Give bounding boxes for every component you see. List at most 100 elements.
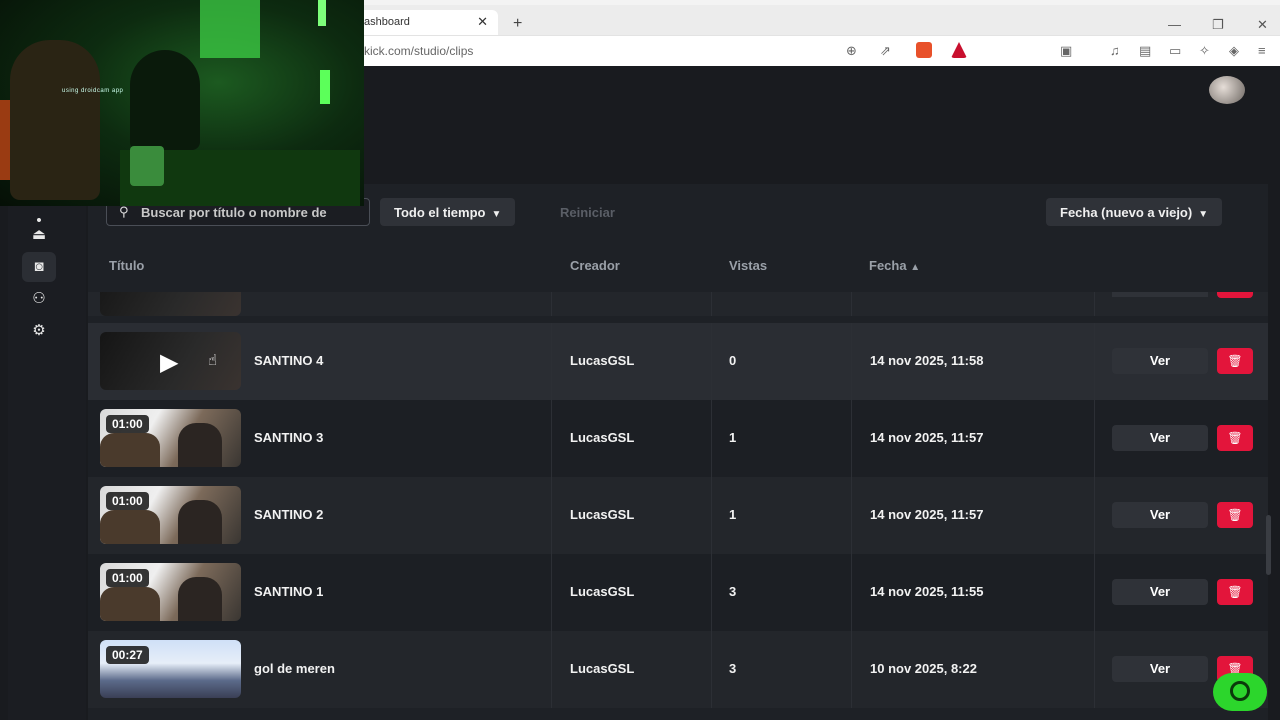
- sidebar-toggle-icon[interactable]: ▤: [1139, 43, 1151, 59]
- column-divider: [711, 477, 712, 554]
- menu-icon[interactable]: ≡: [1258, 43, 1266, 58]
- header-title[interactable]: Título: [109, 258, 144, 273]
- trash-icon: 🗑: [1227, 354, 1243, 368]
- table-row[interactable]: 01:00 SANTINO 2 LucasGSL 1 14 nov 2025, …: [88, 477, 1268, 554]
- media-icon[interactable]: ♫: [1110, 43, 1120, 58]
- cursor-icon: ☝: [208, 352, 218, 369]
- clip-date: 14 nov 2025, 11:55: [870, 584, 984, 599]
- clip-title[interactable]: SANTINO 2: [254, 507, 323, 522]
- clip-date: 14 nov 2025, 11:57: [870, 507, 984, 522]
- reset-button[interactable]: Reiniciar: [560, 205, 615, 220]
- clip-title[interactable]: SANTINO 3: [254, 430, 323, 445]
- clip-title[interactable]: SANTINO 4: [254, 353, 323, 368]
- clip-views: 1: [729, 507, 737, 522]
- view-button[interactable]: Ver: [1112, 656, 1208, 682]
- green-light: [318, 0, 326, 26]
- window-close-icon[interactable]: ✕: [1257, 17, 1268, 33]
- search-icon: ⚲: [119, 204, 129, 219]
- sidebar-item-stream-icon[interactable]: ⏏: [22, 220, 56, 250]
- clip-creator: LucasGSL: [570, 353, 635, 368]
- sidebar-item-clips-icon[interactable]: ◙: [22, 252, 56, 282]
- sidebar-item-community-icon[interactable]: ⚇: [22, 284, 56, 314]
- vpn-icon[interactable]: ◈: [1229, 43, 1239, 59]
- table-row[interactable]: 00:27 gol de meren LucasGSL 3 10 nov 202…: [88, 631, 1268, 708]
- brave-rewards-icon[interactable]: [951, 42, 967, 58]
- user-avatar[interactable]: [1209, 76, 1245, 104]
- view-button[interactable]: Ver: [1112, 502, 1208, 528]
- green-light: [320, 70, 330, 104]
- delete-button[interactable]: 🗑: [1217, 579, 1253, 605]
- clips-panel: ⚲ Todo el tiempo ▼ Reiniciar Fecha (nuevo…: [88, 184, 1268, 720]
- thumbnail-scene: [100, 433, 160, 467]
- wallet-icon[interactable]: ▭: [1169, 43, 1181, 59]
- screenshot-icon[interactable]: ▣: [1060, 43, 1072, 59]
- thumbnail-scene: [100, 510, 160, 544]
- thumbnail-scene: [178, 423, 222, 467]
- column-divider: [851, 292, 852, 316]
- leo-icon[interactable]: ✧: [1199, 43, 1210, 59]
- scrollbar[interactable]: [1266, 515, 1271, 575]
- column-divider: [711, 554, 712, 631]
- browser-tab-dashboard[interactable]: ashboard ✕: [350, 10, 498, 35]
- webcam-watermark: using droidcam app: [62, 88, 124, 94]
- sort-dropdown[interactable]: Fecha (nuevo a viejo) ▼: [1046, 198, 1223, 226]
- clip-thumbnail[interactable]: 01:00: [100, 563, 241, 621]
- chevron-up-icon: ▲: [910, 262, 921, 273]
- sort-label: Fecha (nuevo a viejo): [1060, 205, 1193, 220]
- url-text[interactable]: kick.com/studio/clips: [364, 44, 473, 58]
- header-creator[interactable]: Creador: [570, 258, 620, 273]
- clip-title[interactable]: gol de meren: [254, 661, 335, 676]
- view-button[interactable]: Ver: [1112, 348, 1208, 374]
- header-date[interactable]: Fecha ▲: [869, 258, 920, 273]
- view-button[interactable]: Ver: [1112, 579, 1208, 605]
- column-divider: [711, 292, 712, 316]
- column-divider: [1094, 323, 1095, 400]
- time-range-dropdown[interactable]: Todo el tiempo ▼: [380, 198, 516, 226]
- clip-title[interactable]: SANTINO 1: [254, 584, 323, 599]
- header-views[interactable]: Vistas: [729, 258, 767, 273]
- view-button[interactable]: Ver: [1112, 425, 1208, 451]
- sidebar-item-settings-icon[interactable]: ⚙: [22, 316, 56, 346]
- table-row[interactable]: 01:00 SANTINO 1 LucasGSL 3 14 nov 2025, …: [88, 554, 1268, 631]
- trash-icon: 🗑: [1227, 431, 1243, 445]
- tab-title: ashboard: [364, 16, 410, 28]
- view-button[interactable]: [1112, 292, 1208, 297]
- table-row[interactable]: 01:00 SANTINO 3 LucasGSL 1 14 nov 2025, …: [88, 400, 1268, 477]
- thumbnail-scene: [100, 587, 160, 621]
- clip-date: 14 nov 2025, 11:58: [870, 353, 984, 368]
- delete-button[interactable]: 🗑: [1217, 502, 1253, 528]
- clip-thumbnail[interactable]: 01:00: [100, 486, 241, 544]
- delete-button[interactable]: 🗑: [1217, 348, 1253, 374]
- thumbnail-scene: [178, 577, 222, 621]
- trash-icon: 🗑: [1227, 508, 1243, 522]
- clip-thumbnail[interactable]: [100, 292, 241, 316]
- table-row-partial: [88, 292, 1268, 316]
- column-divider: [1094, 292, 1095, 316]
- clip-thumbnail[interactable]: ▶ ☝: [100, 332, 241, 390]
- clip-creator: LucasGSL: [570, 430, 635, 445]
- chevron-down-icon: ▼: [491, 209, 502, 220]
- clip-date: 10 nov 2025, 8:22: [870, 661, 977, 676]
- clip-views: 1: [729, 430, 737, 445]
- maximize-icon[interactable]: ❐: [1212, 17, 1224, 33]
- share-icon[interactable]: ⇗: [880, 43, 891, 59]
- column-divider: [1094, 400, 1095, 477]
- clip-views: 3: [729, 584, 737, 599]
- chevron-down-icon: ▼: [1198, 209, 1209, 220]
- minimize-icon[interactable]: —: [1168, 17, 1181, 32]
- table-header: Título Creador Vistas Fecha ▲: [88, 240, 1268, 292]
- brave-shield-icon[interactable]: [916, 42, 932, 58]
- delete-button[interactable]: 🗑: [1217, 425, 1253, 451]
- column-divider: [711, 323, 712, 400]
- column-divider: [851, 400, 852, 477]
- new-tab-button[interactable]: +: [513, 15, 522, 33]
- table-row[interactable]: ▶ ☝ SANTINO 4 LucasGSL 0 14 nov 2025, 11…: [88, 323, 1268, 400]
- zoom-icon[interactable]: ⊕: [846, 43, 857, 59]
- delete-button[interactable]: [1217, 292, 1253, 298]
- tab-close-icon[interactable]: ✕: [477, 14, 488, 30]
- chat-button[interactable]: [1213, 673, 1267, 711]
- clip-thumbnail[interactable]: 01:00: [100, 409, 241, 467]
- play-icon[interactable]: ▶: [160, 348, 178, 377]
- clip-thumbnail[interactable]: 00:27: [100, 640, 241, 698]
- column-divider: [851, 323, 852, 400]
